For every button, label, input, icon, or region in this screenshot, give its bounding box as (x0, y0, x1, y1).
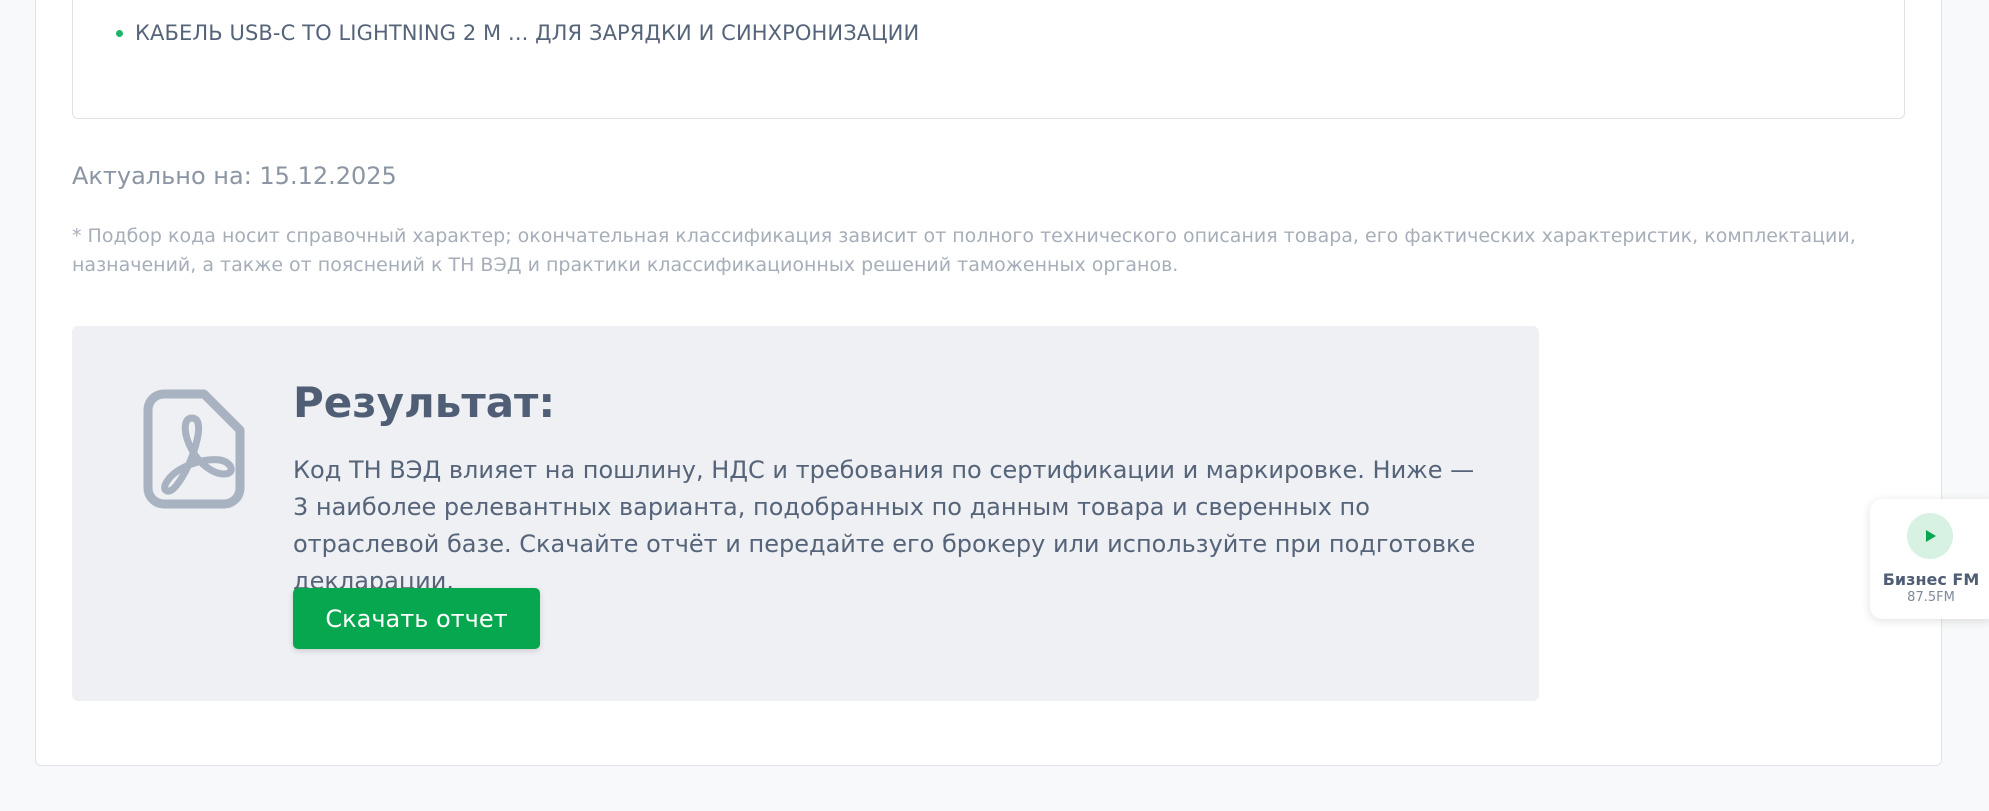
result-title: Результат: (293, 378, 556, 427)
radio-widget[interactable]: Бизнес FM 87.5FM (1870, 499, 1989, 619)
disclaimer-note: * Подбор кода носит справочный характер;… (72, 225, 1856, 276)
actual-date: Актуально на: 15.12.2025 (72, 162, 397, 190)
result-panel: Результат: Код ТН ВЭД влияет на пошлину,… (72, 326, 1539, 701)
play-icon (1926, 530, 1936, 542)
radio-station-name: Бизнес FM (1882, 570, 1980, 589)
radio-frequency: 87.5FM (1907, 590, 1955, 605)
pdf-icon (143, 389, 245, 509)
bullet-icon (116, 29, 123, 37)
play-button[interactable] (1907, 513, 1953, 559)
download-report-button[interactable]: Скачать отчет (293, 588, 540, 649)
result-description: Код ТН ВЭД влияет на пошлину, НДС и треб… (293, 456, 1476, 595)
list-item-text: КАБЕЛЬ USB-C TO LIGHTNING 2 M ... ДЛЯ ЗА… (135, 21, 920, 45)
product-list-box (72, 0, 1905, 119)
list-item: КАБЕЛЬ USB-C TO LIGHTNING 2 M ... ДЛЯ ЗА… (116, 21, 919, 45)
